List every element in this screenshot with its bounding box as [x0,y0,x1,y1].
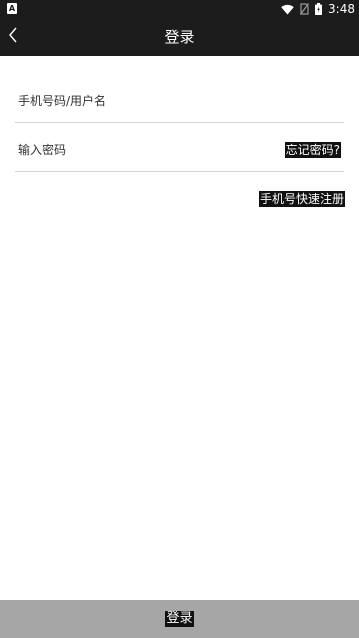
page-title: 登录 [164,28,195,46]
status-bar: A 3:48 [0,0,359,18]
battery-icon [315,3,323,15]
password-field-row: 忘记密码? [15,129,344,172]
notification-app-icon: A [7,3,17,14]
no-sim-icon [300,3,310,15]
forgot-password-link[interactable]: 忘记密码? [284,142,341,158]
login-button[interactable]: 登录 [0,600,359,638]
wifi-icon [281,4,294,15]
login-button-label: 登录 [165,611,194,627]
username-field-row [15,80,344,123]
title-bar: 登录 [0,18,359,56]
username-input[interactable] [18,80,338,122]
password-input[interactable] [18,129,268,171]
status-time: 3:48 [328,2,355,16]
status-right-group: 3:48 [281,0,355,18]
login-screen: A 3:48 登录 手机号码/用户名 忘记密码? 手机号快速注册 登录 [0,0,359,638]
quick-register-link[interactable]: 手机号快速注册 [258,191,345,207]
